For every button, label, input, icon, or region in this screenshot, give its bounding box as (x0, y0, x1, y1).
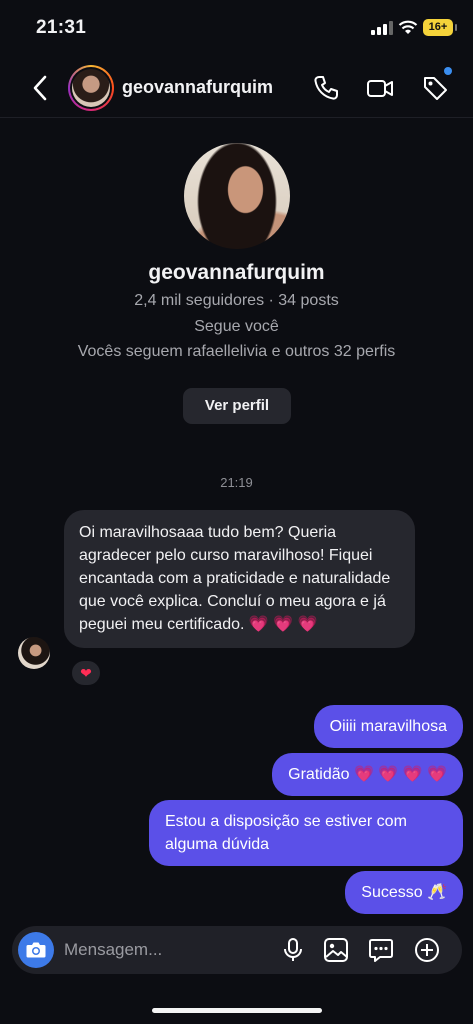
chat-header: geovannafurquim (0, 58, 473, 118)
video-call-icon[interactable] (366, 74, 394, 102)
microphone-icon[interactable] (280, 937, 306, 963)
tag-label-icon[interactable] (421, 74, 449, 102)
outgoing-message[interactable]: Sucesso 🥂 (345, 871, 463, 914)
home-indicator[interactable] (152, 1008, 322, 1013)
incoming-message[interactable]: Oi maravilhosaaa tudo bem? Queria agrade… (64, 510, 415, 648)
heart-reaction-icon[interactable]: ❤ (70, 659, 102, 687)
camera-icon (26, 942, 46, 958)
message-input[interactable] (64, 926, 264, 974)
battery-indicator: 16+ (423, 19, 457, 36)
sticker-chat-icon[interactable] (368, 937, 394, 963)
follows-you-label: Segue você (194, 318, 279, 335)
gallery-icon[interactable] (323, 937, 349, 963)
wifi-icon (398, 20, 418, 34)
message-composer (12, 926, 462, 974)
outgoing-message[interactable]: Estou a disposição se estiver com alguma… (149, 800, 463, 866)
cellular-signal-icon (371, 21, 393, 35)
header-avatar[interactable] (68, 65, 114, 111)
mutual-followers: Vocês seguem rafaellelivia e outros 32 p… (77, 343, 396, 360)
status-bar: 21:31 16+ (0, 0, 473, 56)
profile-stats: 2,4 mil seguidores · 34 posts (134, 292, 339, 309)
message-timestamp: 21:19 (220, 475, 253, 490)
header-username[interactable]: geovannafurquim (122, 77, 273, 98)
profile-photo[interactable] (184, 143, 290, 249)
sender-avatar[interactable] (18, 637, 50, 669)
outgoing-message[interactable]: Gratidão 💗 💗 💗 💗 (272, 753, 463, 796)
avatar-image (72, 69, 110, 107)
profile-name: geovannafurquim (148, 261, 325, 284)
status-time: 21:31 (36, 17, 87, 38)
view-profile-button[interactable]: Ver perfil (183, 388, 291, 424)
back-arrow-icon[interactable] (28, 72, 52, 104)
camera-button[interactable] (18, 932, 54, 968)
add-plus-icon[interactable] (414, 937, 440, 963)
notification-dot (444, 67, 452, 75)
outgoing-message[interactable]: Oiiii maravilhosa (313, 705, 463, 748)
phone-call-icon[interactable] (312, 74, 340, 102)
